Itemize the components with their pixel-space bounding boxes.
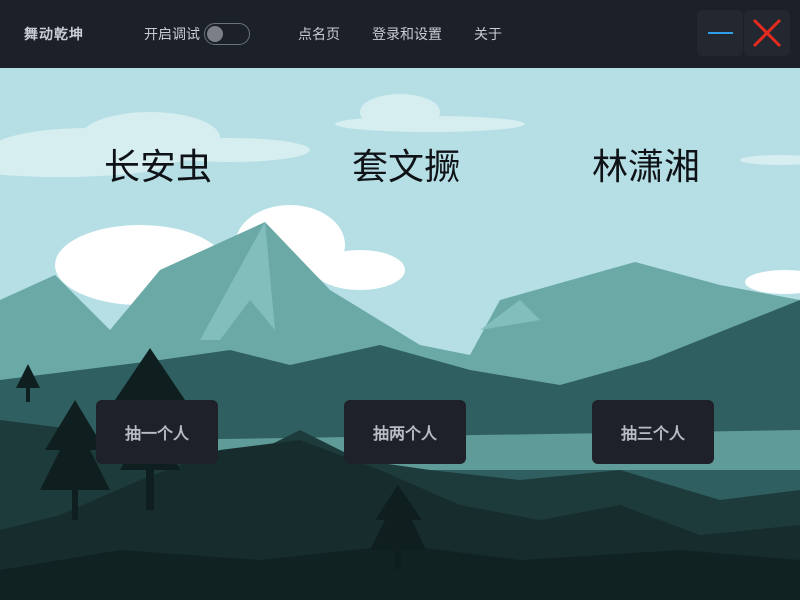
selected-name-2: 套文撅 <box>351 147 460 188</box>
draw-three-button[interactable]: 抽三个人 <box>592 400 714 464</box>
close-button[interactable] <box>744 10 790 56</box>
title-bar: 舞动乾坤 开启调试 点名页 登录和设置 关于 <box>0 0 800 68</box>
draw-two-button[interactable]: 抽两个人 <box>344 400 466 464</box>
debug-toggle[interactable] <box>204 23 250 45</box>
debug-label: 开启调试 <box>144 27 200 43</box>
toggle-knob <box>207 26 223 42</box>
minimize-button[interactable] <box>697 10 743 56</box>
draw-one-button[interactable]: 抽一个人 <box>96 400 218 464</box>
nav-login-settings[interactable]: 登录和设置 <box>372 24 442 44</box>
app-title: 舞动乾坤 <box>24 27 84 43</box>
nav-about[interactable]: 关于 <box>474 24 502 44</box>
minimize-icon <box>708 32 733 34</box>
selected-name-1: 长安虫 <box>103 147 212 188</box>
debug-toggle-group[interactable]: 开启调试 <box>144 23 250 45</box>
close-icon <box>752 18 782 48</box>
selected-name-3: 林潇湘 <box>591 147 700 188</box>
nav-rollcall[interactable]: 点名页 <box>298 24 340 44</box>
